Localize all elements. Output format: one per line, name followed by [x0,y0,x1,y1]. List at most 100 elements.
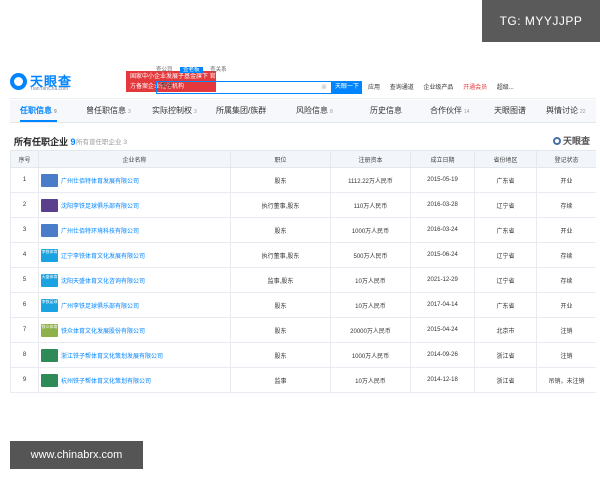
status-badge: 开业 [536,292,596,318]
col-header[interactable]: 注册资本 [330,150,411,168]
company-name-link[interactable]: 沈阳李铁足球俱乐部有限公司 [61,204,139,210]
company-logo-icon: 天盛体育 [41,273,58,287]
search-value: 李铁 [160,84,173,90]
nav-apps[interactable]: 应用 [368,85,380,91]
status-badge: 吊销，未注销 [536,367,596,393]
capital-cell: 500万人民币 [330,242,411,268]
region-cell: 广东省 [474,292,537,318]
site-logo[interactable]: 天眼查 TianYanCha.com [10,71,84,93]
tab-actual-control[interactable]: 实际控制权 3 [152,100,197,122]
date-cell: 2017-04-14 [410,292,475,318]
capital-cell: 110万人民币 [330,192,411,218]
section-title: 所有任职企业 9 [14,137,76,147]
status-badge: 存续 [536,192,596,218]
nav-enterprise-products[interactable]: 企业级产品 [423,85,453,91]
company-cell[interactable]: 李铁足球广州李铁足球俱乐部有限公司 [38,292,231,318]
search-button[interactable]: 天眼一下 [332,81,362,94]
capital-cell: 1000万人民币 [330,217,411,243]
company-name-link[interactable]: 辽宁李铁体育文化发展有限公司 [61,254,145,260]
date-cell: 2015-06-24 [410,242,475,268]
eye-logo-icon [10,73,27,90]
company-name-link[interactable]: 铁众体育文化发展股份有限公司 [61,329,145,335]
row-number: 7 [10,317,39,343]
company-cell[interactable]: 天盛体育沈阳天盛体育文化咨询有限公司 [38,267,231,293]
row-number: 8 [10,342,39,368]
status-badge: 注销 [536,317,596,343]
date-cell: 2014-09-26 [410,342,475,368]
tab-former-positions[interactable]: 曾任职信息 3 [86,100,131,122]
capital-cell: 10万人民币 [330,367,411,393]
table-row[interactable]: 4 李铁体育辽宁李铁体育文化发展有限公司 执行董事,股东 500万人民币 2015-06… [10,242,596,268]
date-cell: 2015-05-19 [410,167,475,193]
col-header: 职位 [230,150,331,168]
col-header: 序号 [10,150,39,168]
company-name-link[interactable]: 广州仕佰特环境科技有限公司 [61,229,139,235]
positions-table: 序号 企业名称 职位 注册资本 成立日期 省份地区 登记状态 1 广州仕佰特体育发… [10,150,596,393]
company-name-link[interactable]: 杭州铁子帮体育文化策划有限公司 [61,379,151,385]
company-cell[interactable]: 广州仕佰特体育发展有限公司 [38,167,231,193]
status-badge: 开业 [536,217,596,243]
region-cell: 辽宁省 [474,242,537,268]
screenshot-content: 天眼查 TianYanCha.com 国家中小企业发展子基金旗下 官方备案企业征… [10,64,596,408]
tab-graph[interactable]: 天眼图谱 [494,100,528,122]
company-name-link[interactable]: 浙江铁子帮体育文化策划发展有限公司 [61,354,163,360]
col-header[interactable]: 成立日期 [410,150,475,168]
row-number: 1 [10,167,39,193]
company-name-link[interactable]: 沈阳天盛体育文化咨询有限公司 [61,279,145,285]
region-cell: 辽宁省 [474,192,537,218]
nav-open-vip[interactable]: 开通会员 [463,85,487,91]
table-row[interactable]: 1 广州仕佰特体育发展有限公司 股东 1112.22万人民币 2015-05-19 广东省… [10,167,596,193]
search-tab-company[interactable]: 查公司 [156,67,173,73]
clear-icon[interactable]: ⊗ [321,82,327,93]
top-nav: 应用 查询通道 企业级产品 开通会员 超级... [368,82,522,91]
position-cell: 监事,股东 [230,267,331,293]
tab-current-positions[interactable]: 任职信息 9 [20,100,57,122]
company-cell[interactable]: 浙江铁子帮体育文化策划发展有限公司 [38,342,231,368]
tab-public-opinion[interactable]: 舆情讨论 22 [546,100,586,122]
company-name-link[interactable]: 广州仕佰特体育发展有限公司 [61,179,139,185]
site-watermark: www.chinabrx.com [10,441,143,469]
capital-cell: 10万人民币 [330,292,411,318]
row-number: 2 [10,192,39,218]
company-cell[interactable]: 广州仕佰特环境科技有限公司 [38,217,231,243]
table-row[interactable]: 6 李铁足球广州李铁足球俱乐部有限公司 股东 10万人民币 2017-04-14 广东省开… [10,292,596,318]
table-row[interactable]: 5 天盛体育沈阳天盛体育文化咨询有限公司 监事,股东 10万人民币 2021-12-29… [10,267,596,293]
col-header: 登记状态 [536,150,596,168]
table-row[interactable]: 3 广州仕佰特环境科技有限公司 股东 1000万人民币 2016-03-24 广东省 开业 [10,217,596,243]
region-cell: 广东省 [474,167,537,193]
former-companies-link[interactable]: 所有曾任职企业 3 [76,136,127,146]
nav-query-channel[interactable]: 查询通道 [390,85,414,91]
tab-group[interactable]: 所属集团/族群 [216,100,268,122]
table-row[interactable]: 9 杭州铁子帮体育文化策划有限公司 监事 10万人民币 2014-12-18 浙江省 吊销，… [10,367,596,393]
search-tab-relation[interactable]: 查关系 [210,67,227,73]
row-number: 9 [10,367,39,393]
date-cell: 2016-03-28 [410,192,475,218]
company-logo-icon [41,348,58,362]
date-cell: 2021-12-29 [410,267,475,293]
company-logo-icon [41,198,58,212]
position-cell: 监事 [230,367,331,393]
table-row[interactable]: 8 浙江铁子帮体育文化策划发展有限公司 股东 1000万人民币 2014-09-26 浙江… [10,342,596,368]
company-name-link[interactable]: 广州李铁足球俱乐部有限公司 [61,304,139,310]
company-logo-icon: 铁众体育 [41,323,58,337]
status-badge: 存续 [536,267,596,293]
tab-history[interactable]: 历史信息 [370,100,404,122]
capital-cell: 1000万人民币 [330,342,411,368]
company-cell[interactable]: 沈阳李铁足球俱乐部有限公司 [38,192,231,218]
tab-risk[interactable]: 风险信息 8 [296,100,333,122]
col-header[interactable]: 企业名称 [38,150,231,168]
table-row[interactable]: 2 沈阳李铁足球俱乐部有限公司 执行董事,股东 110万人民币 2016-03-28 辽宁… [10,192,596,218]
search-type-tabs: 查公司 查老板 查关系 [156,65,233,73]
search-tab-boss[interactable]: 查老板 [180,67,203,73]
company-logo-icon [41,173,58,187]
table-row[interactable]: 7 铁众体育铁众体育文化发展股份有限公司 股东 20000万人民币 2015-04-24… [10,317,596,343]
tab-partners[interactable]: 合作伙伴 14 [430,100,470,122]
status-badge: 开业 [536,167,596,193]
region-cell: 广东省 [474,217,537,243]
nav-user[interactable]: 超级... [497,85,514,91]
position-cell: 股东 [230,317,331,343]
company-cell[interactable]: 铁众体育铁众体育文化发展股份有限公司 [38,317,231,343]
company-cell[interactable]: 杭州铁子帮体育文化策划有限公司 [38,367,231,393]
search-input[interactable]: 李铁 ⊗ [156,81,332,94]
company-cell[interactable]: 李铁体育辽宁李铁体育文化发展有限公司 [38,242,231,268]
